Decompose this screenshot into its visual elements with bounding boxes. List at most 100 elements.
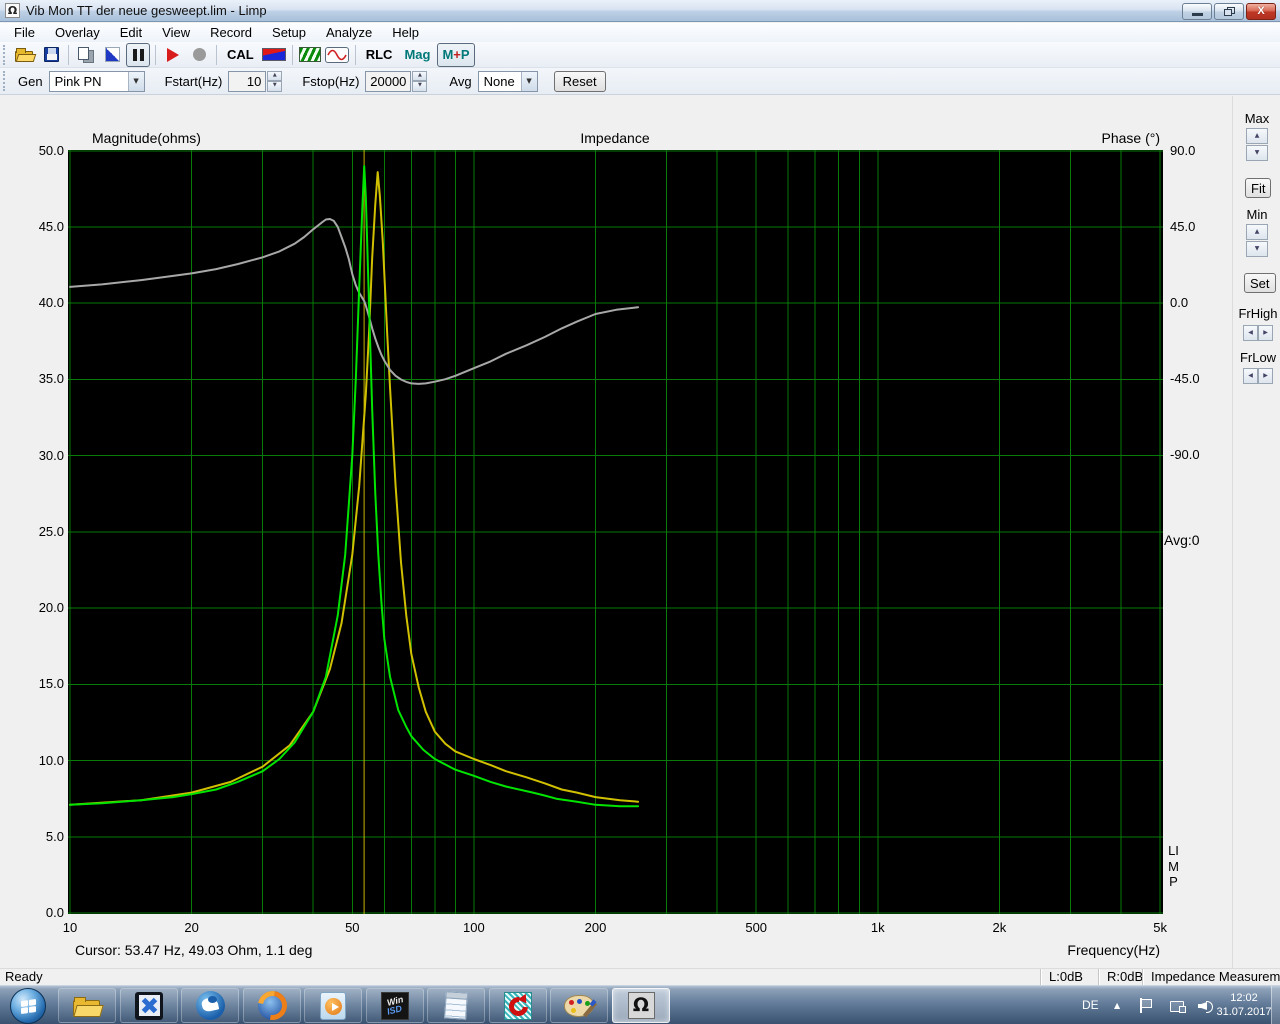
min-down-icon[interactable]: ▼ (1246, 241, 1268, 257)
mag-phase-button[interactable]: M+P (437, 42, 475, 67)
fstart-down-icon[interactable]: ▼ (267, 81, 283, 92)
menu-overlay[interactable]: Overlay (45, 23, 110, 42)
scale-setup-button[interactable] (100, 43, 124, 67)
calibrate-button[interactable]: CAL (222, 43, 259, 67)
show-desktop-button[interactable] (1271, 986, 1280, 1024)
fit-button[interactable]: Fit (1245, 178, 1272, 198)
menu-record[interactable]: Record (200, 23, 262, 42)
taskbar-paint[interactable] (550, 988, 608, 1023)
fstop-up-icon[interactable]: ▲ (412, 70, 428, 81)
taskbar-firefox[interactable] (243, 988, 301, 1023)
minimize-button[interactable] (1182, 3, 1212, 20)
generator-controls: Gen Pink PN ▼ Fstart(Hz) 10 ▲ ▼ Fstop(Hz)… (0, 68, 1280, 95)
controls-grip[interactable] (3, 71, 8, 91)
menu-analyze[interactable]: Analyze (316, 23, 382, 42)
open-file-button[interactable] (13, 43, 37, 67)
mag-button[interactable]: Mag (399, 43, 435, 67)
fstop-down-icon[interactable]: ▼ (412, 81, 428, 92)
stop-button[interactable] (187, 43, 211, 67)
chevron-down-icon[interactable]: ▼ (520, 71, 537, 91)
chevron-down-icon[interactable]: ▼ (127, 71, 144, 91)
taskbar-thunderbird[interactable] (181, 988, 239, 1023)
language-indicator[interactable]: DE (1082, 986, 1099, 1024)
set-button[interactable]: Set (1244, 273, 1276, 293)
panel-divider (1232, 96, 1233, 968)
frlow-left-icon[interactable]: ◀ (1243, 368, 1258, 384)
taskbar-red-c-utility[interactable] (489, 988, 547, 1023)
start-button[interactable] (161, 43, 185, 67)
taskbar-notepad[interactable] (427, 988, 485, 1023)
y-tick-label-right: 0.0 (1170, 295, 1189, 310)
save-button[interactable] (39, 43, 63, 67)
y-tick-label-left: 20.0 (38, 600, 64, 616)
color-setup-button[interactable] (261, 43, 287, 67)
clock-time: 12:02 (1230, 992, 1258, 1004)
toolbar-grip[interactable] (3, 44, 8, 65)
x-tick-label: 1k (870, 920, 885, 935)
x-tick-label: 20 (184, 920, 199, 935)
taskbar-windows-explorer[interactable] (58, 988, 116, 1023)
volume-icon[interactable] (1198, 986, 1214, 1024)
y-tick-label-left: 50.0 (38, 142, 64, 158)
network-icon[interactable] (1170, 986, 1186, 1024)
blue-x-app-icon (135, 991, 163, 1020)
fstart-label: Fstart(Hz) (164, 73, 223, 89)
impedance-plot[interactable] (68, 150, 1163, 914)
impedance-phase-curve (69, 218, 640, 385)
rlc-button[interactable]: RLC (361, 43, 398, 67)
max-down-icon[interactable]: ▼ (1246, 145, 1268, 161)
windows-logo-icon (20, 998, 36, 1014)
x-tick-label: 100 (463, 920, 485, 935)
title-bar: Ω Vib Mon TT der neue gesweept.lim - Lim… (0, 0, 1280, 22)
frhigh-right-icon[interactable]: ▶ (1258, 325, 1273, 341)
reset-button[interactable]: Reset (553, 70, 606, 92)
y-tick-label-left: 15.0 (38, 676, 64, 692)
fstart-up-icon[interactable]: ▲ (267, 70, 283, 81)
restore-button[interactable] (1214, 3, 1244, 20)
rlc-label: RLC (365, 47, 393, 62)
menu-setup[interactable]: Setup (262, 23, 316, 42)
copy-button[interactable] (74, 43, 98, 67)
y-tick-label-left: 25.0 (38, 523, 64, 539)
window-title: Vib Mon TT der neue gesweept.lim - Limp (26, 3, 267, 18)
frhigh-spinner: ◀ ▶ (1243, 325, 1273, 341)
close-button[interactable]: X (1246, 3, 1276, 20)
pause-button[interactable] (126, 42, 150, 67)
close-icon: X (1257, 5, 1265, 17)
taskbar-media-player[interactable] (304, 988, 362, 1023)
taskbar-limp-active[interactable]: Ω (612, 988, 670, 1023)
impedance-magnitude-curve (69, 165, 640, 808)
taskbar-winisd[interactable]: Win ISD (366, 988, 424, 1023)
max-up-icon[interactable]: ▲ (1246, 128, 1268, 144)
fstop-input[interactable]: 20000 (365, 70, 412, 92)
thunderbird-icon (195, 991, 225, 1020)
mag-label: Mag (404, 47, 431, 62)
action-center-flag-icon[interactable] (1140, 986, 1153, 1024)
menu-edit[interactable]: Edit (110, 23, 152, 42)
menu-help[interactable]: Help (382, 23, 429, 42)
tray-expand-icon[interactable]: ▲ (1114, 986, 1120, 1024)
min-up-icon[interactable]: ▲ (1246, 224, 1268, 240)
menu-file[interactable]: File (4, 23, 45, 42)
limp-watermark: LIMP (1168, 843, 1179, 889)
frlow-right-icon[interactable]: ▶ (1258, 368, 1273, 384)
noise-generator-button[interactable] (298, 43, 322, 67)
mag-phase-label: M+P (442, 47, 470, 62)
fstop-spinner: 20000 ▲ ▼ (365, 70, 428, 92)
generator-type-select[interactable]: Pink PN ▼ (48, 70, 145, 92)
frhigh-left-icon[interactable]: ◀ (1243, 325, 1258, 341)
frequency-axis-title: Frequency(Hz) (1067, 942, 1160, 958)
y-tick-label-left: 30.0 (38, 447, 64, 463)
max-label: Max (1244, 111, 1270, 126)
menu-view[interactable]: View (152, 23, 200, 42)
fstart-input[interactable]: 10 (228, 70, 267, 92)
avg-label: Avg (449, 73, 472, 89)
explorer-icon (72, 994, 104, 1018)
limp-omega-icon: Ω (627, 992, 655, 1019)
start-button[interactable] (10, 988, 46, 1024)
taskbar-blue-x-app[interactable] (120, 988, 178, 1023)
averaging-select[interactable]: None ▼ (477, 70, 538, 92)
sine-generator-icon (324, 46, 349, 63)
sine-generator-button[interactable] (324, 43, 350, 67)
taskbar-clock[interactable]: 12:02 31.07.2017 (1216, 991, 1272, 1019)
